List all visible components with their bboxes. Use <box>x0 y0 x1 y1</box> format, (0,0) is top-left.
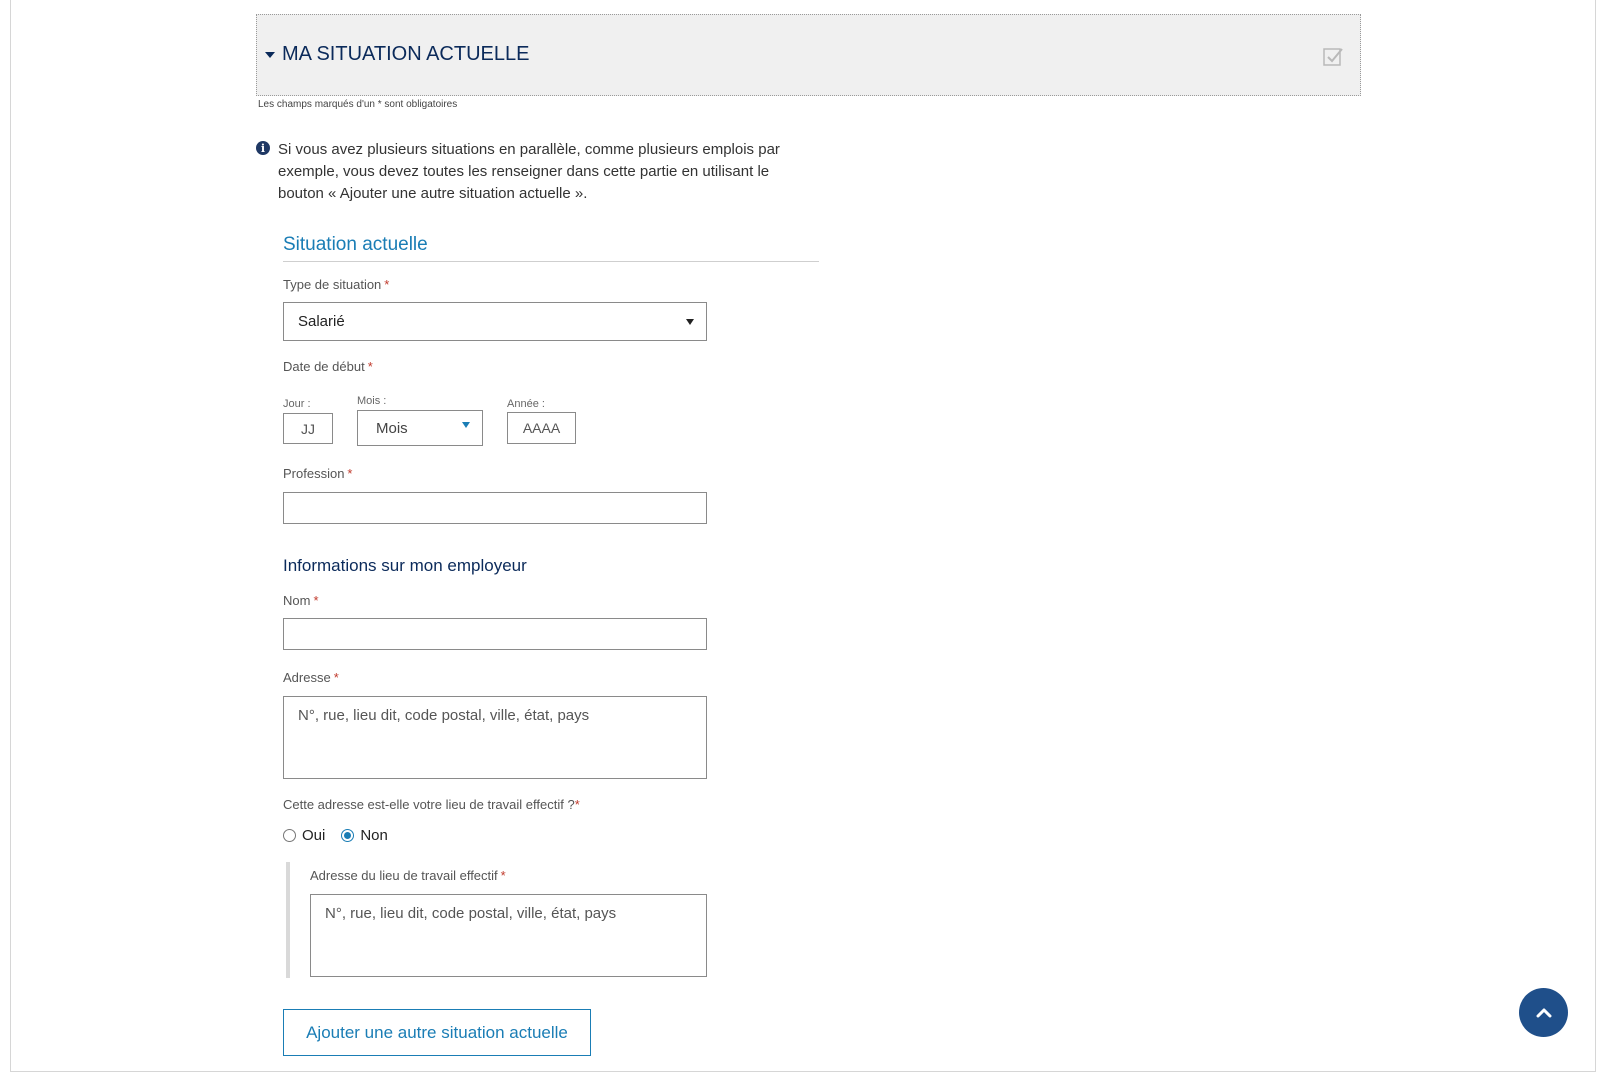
workplace-address-textarea[interactable]: N°, rue, lieu dit, code postal, ville, é… <box>310 894 707 977</box>
scroll-to-top-button[interactable] <box>1519 988 1568 1037</box>
month-select[interactable]: Mois <box>357 410 483 446</box>
required-marker: * <box>384 277 390 292</box>
start-date-label: Date de début * <box>283 359 373 374</box>
employer-address-label: Adresse * <box>283 670 339 685</box>
checkbox-check-icon <box>1323 48 1343 66</box>
profession-input[interactable] <box>283 492 707 524</box>
year-label: Année : <box>507 398 545 410</box>
type-situation-value: Salarié <box>298 313 345 330</box>
dropdown-arrow-icon <box>462 421 470 428</box>
employer-section-title: Informations sur mon employeur <box>283 556 527 575</box>
radio-non-label[interactable]: Non <box>360 827 388 844</box>
info-block: i Si vous avez plusieurs situations en p… <box>256 139 816 205</box>
workplace-question-label: Cette adresse est-elle votre lieu de tra… <box>283 797 580 812</box>
info-circle-icon: i <box>256 141 270 155</box>
month-value: Mois <box>376 419 408 437</box>
required-marker: * <box>333 670 339 685</box>
radio-non[interactable] <box>341 829 355 842</box>
employer-name-input[interactable] <box>283 618 707 650</box>
workplace-address-label: Adresse du lieu de travail effectif * <box>310 868 506 883</box>
employer-address-textarea[interactable]: N°, rue, lieu dit, code postal, ville, é… <box>283 696 707 779</box>
subsection-divider <box>283 261 819 262</box>
day-input[interactable]: JJ <box>283 413 333 444</box>
employer-name-label: Nom * <box>283 593 319 608</box>
day-label: Jour : <box>283 398 311 410</box>
required-marker: * <box>367 359 373 374</box>
section-header[interactable]: MA SITUATION ACTUELLE <box>256 14 1361 96</box>
profession-label: Profession * <box>283 466 353 481</box>
caret-down-icon <box>265 51 275 58</box>
required-marker: * <box>574 797 580 812</box>
chevron-up-icon <box>1536 1008 1551 1017</box>
required-marker: * <box>347 466 353 481</box>
required-marker: * <box>500 868 506 883</box>
section-title-wrap: MA SITUATION ACTUELLE <box>265 43 529 66</box>
section-title: MA SITUATION ACTUELLE <box>282 43 530 65</box>
month-label: Mois : <box>357 395 387 407</box>
type-situation-select[interactable]: Salarié <box>283 302 707 341</box>
year-input[interactable]: AAAA <box>507 412 576 444</box>
radio-oui[interactable] <box>283 829 296 842</box>
indent-bar <box>286 862 290 978</box>
subsection-title: Situation actuelle <box>283 234 428 255</box>
workplace-radio-group: Oui Non <box>283 827 398 844</box>
add-situation-button[interactable]: Ajouter une autre situation actuelle <box>283 1009 591 1056</box>
type-situation-label: Type de situation * <box>283 277 390 292</box>
dropdown-arrow-icon <box>686 318 694 325</box>
required-fields-note: Les champs marqués d'un * sont obligatoi… <box>258 99 458 110</box>
radio-oui-label[interactable]: Oui <box>302 827 325 844</box>
required-marker: * <box>313 593 319 608</box>
info-text: Si vous avez plusieurs situations en par… <box>278 141 780 202</box>
